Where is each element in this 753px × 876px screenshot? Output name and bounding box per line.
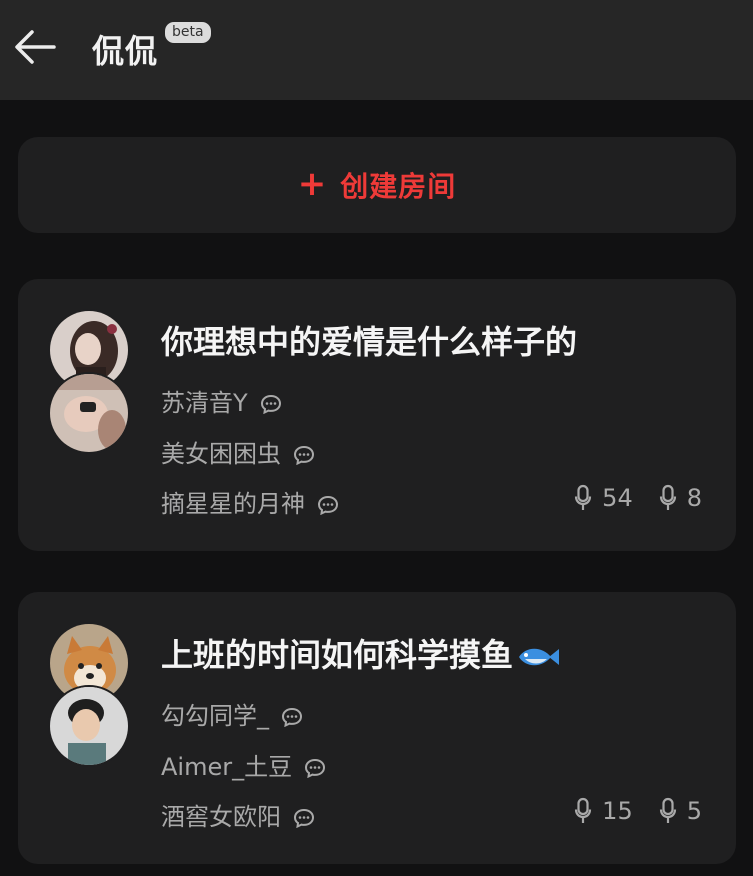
speaker-item: 苏清音Y: [161, 383, 282, 418]
speaker-count: 8: [659, 484, 702, 512]
chat-bubble-icon: [281, 707, 303, 727]
speaker-name: 苏清音Y: [161, 389, 248, 417]
speaker-count-value: 8: [686, 484, 702, 512]
chat-bubble-icon: [293, 445, 315, 465]
speaker-name: 美女困困虫: [161, 440, 281, 468]
create-room-button[interactable]: + 创建房间: [18, 137, 736, 233]
listener-count: 15: [574, 797, 633, 825]
microphone-icon: [659, 797, 676, 823]
avatar: [48, 685, 130, 767]
room-card[interactable]: 你理想中的爱情是什么样子的 苏清音Y 美女困困虫 摘星星的月神 54 8: [18, 279, 736, 551]
room-title: 上班的时间如何科学摸鱼: [161, 630, 561, 676]
microphone-icon: [659, 484, 676, 510]
microphone-icon: [575, 797, 592, 823]
room-card[interactable]: 上班的时间如何科学摸鱼 勾勾同学_ Aimer_土豆 酒窖女欧阳 15 5: [18, 592, 736, 864]
speaker-count-value: 5: [686, 797, 702, 825]
beta-badge: beta: [165, 22, 211, 43]
chat-bubble-icon: [293, 808, 315, 828]
speaker-item: 酒窖女欧阳: [161, 797, 315, 832]
room-title: 你理想中的爱情是什么样子的: [161, 323, 578, 361]
speaker-item: 摘星星的月神: [161, 484, 339, 519]
room-stats: 15 5: [574, 797, 702, 825]
room-title-text: 上班的时间如何科学摸鱼: [161, 636, 514, 674]
listener-count-value: 54: [602, 484, 633, 512]
listener-count: 54: [574, 484, 633, 512]
room-stats: 54 8: [574, 484, 702, 512]
create-room-label: 创建房间: [340, 170, 457, 203]
page-title: 侃侃: [92, 32, 159, 70]
speaker-name: Aimer_土豆: [161, 753, 293, 781]
speaker-item: 勾勾同学_: [161, 696, 303, 731]
chat-bubble-icon: [260, 394, 281, 414]
chat-bubble-icon: [317, 495, 339, 515]
fish-icon: [519, 648, 560, 666]
speaker-item: 美女困困虫: [161, 434, 315, 469]
speaker-name: 摘星星的月神: [161, 490, 305, 518]
plus-icon: +: [297, 163, 327, 204]
speaker-name: 酒窖女欧阳: [161, 803, 281, 831]
avatar: [48, 372, 130, 454]
microphone-icon: [575, 484, 592, 510]
listener-count-value: 15: [602, 797, 633, 825]
speaker-name: 勾勾同学_: [161, 702, 269, 730]
back-arrow-icon[interactable]: [12, 27, 58, 67]
chat-bubble-icon: [305, 758, 326, 778]
speaker-item: Aimer_土豆: [161, 747, 326, 782]
speaker-count: 5: [659, 797, 702, 825]
top-bar: 侃侃 beta: [0, 0, 753, 100]
